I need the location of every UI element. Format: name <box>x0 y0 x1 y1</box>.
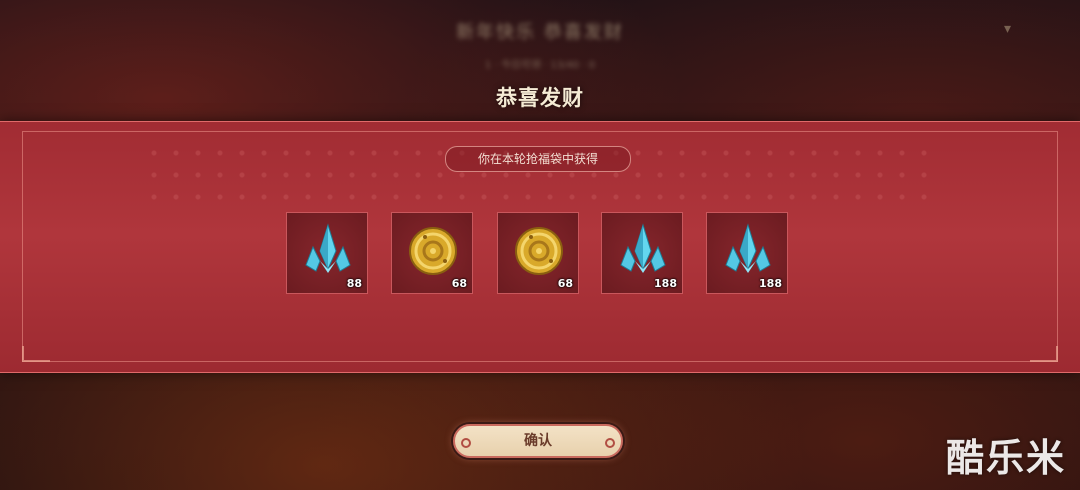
blurred-event-subtitle: 1 · 今日可领 · 13/40 · 0 <box>484 60 596 71</box>
reward-item-crystal[interactable]: 188 <box>706 212 788 294</box>
reward-quantity: 68 <box>557 277 573 290</box>
dialog-title: 恭喜发财 <box>496 86 584 110</box>
crystal-icon <box>305 223 351 273</box>
chevron-down-icon: ▾ <box>1004 21 1012 37</box>
reward-quantity: 88 <box>346 277 362 290</box>
reward-quantity: 188 <box>759 277 782 290</box>
reward-item-crystal[interactable]: 188 <box>601 212 683 294</box>
reward-item-crystal[interactable]: 88 <box>286 212 368 294</box>
crystal-icon <box>725 223 771 273</box>
reward-quantity: 68 <box>451 277 467 290</box>
crystal-icon <box>620 223 666 273</box>
button-ornament-left <box>461 438 471 448</box>
gold-coin-icon <box>409 227 457 275</box>
confirm-button-label: 确认 <box>524 433 552 449</box>
button-ornament-right <box>605 438 615 448</box>
reward-item-gold-coin[interactable]: 68 <box>497 212 579 294</box>
blurred-event-title: 新年快乐 恭喜发财 <box>456 22 624 43</box>
watermark-logo: 酷乐米 <box>945 436 1066 480</box>
reward-quantity: 188 <box>654 277 677 290</box>
confirm-button[interactable]: 确认 <box>453 424 623 458</box>
gold-coin-icon <box>515 227 563 275</box>
reward-list: 88 68 68 188 188 <box>0 212 1080 296</box>
reward-subtitle: 你在本轮抢福袋中获得 <box>445 146 631 172</box>
reward-panel: 你在本轮抢福袋中获得 88 68 68 188 188 <box>0 121 1080 373</box>
blurred-background-header: 新年快乐 恭喜发财 1 · 今日可领 · 13/40 · 0 <box>0 0 1080 90</box>
reward-item-gold-coin[interactable]: 68 <box>391 212 473 294</box>
